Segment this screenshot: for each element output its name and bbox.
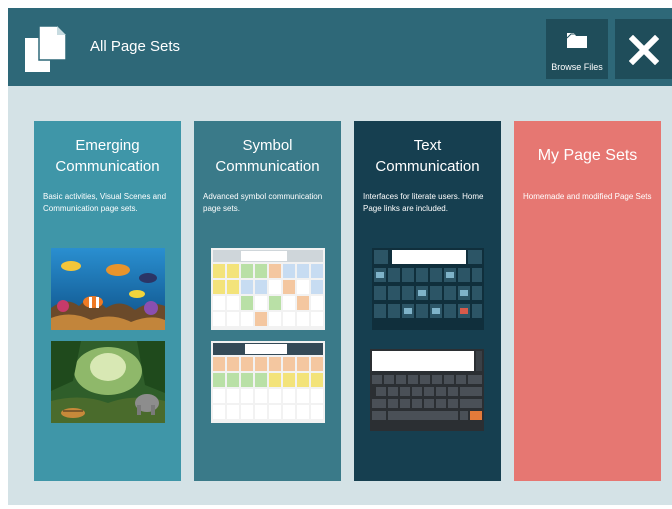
- jungle-scene-image: [51, 341, 165, 423]
- emerging-communication-card[interactable]: Emerging Communication Basic activities,…: [34, 121, 181, 481]
- symbol-grid-preview: [211, 248, 325, 330]
- browse-files-label: Browse Files: [551, 62, 603, 72]
- symbol-communication-card[interactable]: Symbol Communication Advanced symbol com…: [194, 121, 341, 481]
- text-communication-card[interactable]: Text Communication Interfaces for litera…: [354, 121, 501, 481]
- card-title: Emerging Communication: [55, 137, 160, 175]
- card-description: Homemade and modified Page Sets: [523, 192, 652, 201]
- aquarium-scene-image: [51, 248, 165, 330]
- card-description: Advanced symbol communication page sets.: [203, 192, 323, 213]
- card-description: Interfaces for literate users. Home Page…: [363, 192, 484, 213]
- text-keyboard-preview: [370, 349, 484, 431]
- close-button[interactable]: [615, 19, 672, 79]
- symbol-keyboard-preview: [211, 341, 325, 423]
- page-title: All Page Sets: [90, 38, 181, 55]
- page-sets-icon: [25, 25, 67, 72]
- card-title: Symbol Communication: [215, 137, 320, 175]
- card-description: Basic activities, Visual Scenes and Comm…: [43, 192, 167, 213]
- card-title: Text Communication: [375, 137, 480, 175]
- my-page-sets-card[interactable]: My Page Sets Homemade and modified Page …: [514, 121, 661, 481]
- top-bar: All Page Sets Browse Files: [8, 8, 672, 86]
- card-title: My Page Sets: [537, 147, 638, 164]
- app-window: All Page Sets Browse Files Emerging Comm…: [8, 8, 672, 505]
- folder-icon: [566, 33, 587, 48]
- browse-files-button[interactable]: Browse Files: [546, 19, 608, 79]
- close-icon: [629, 35, 659, 65]
- text-grid-preview: [372, 248, 484, 330]
